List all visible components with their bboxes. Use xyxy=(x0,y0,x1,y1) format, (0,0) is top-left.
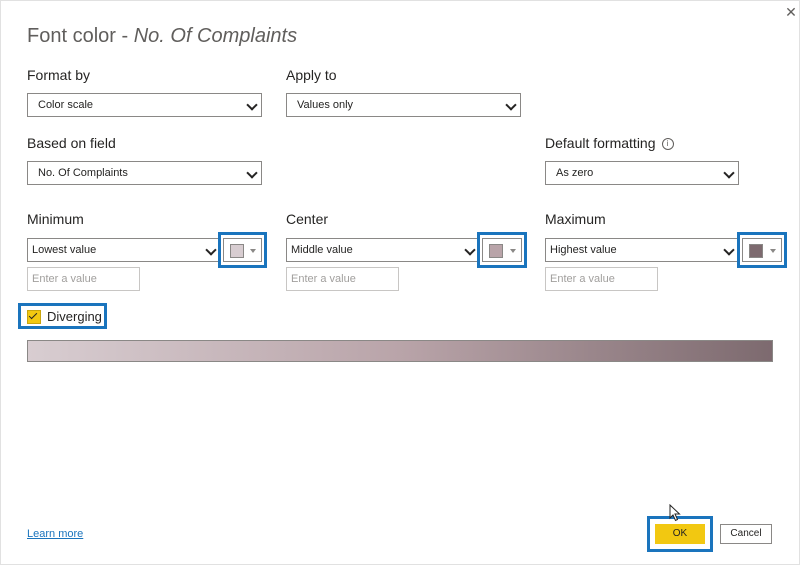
maximum-color-picker[interactable] xyxy=(742,238,782,262)
minimum-color-swatch xyxy=(230,244,244,258)
format-by-value: Color scale xyxy=(38,99,94,111)
center-value: Middle value xyxy=(291,244,353,256)
mouse-cursor-icon xyxy=(669,504,681,522)
chevron-down-icon xyxy=(246,167,258,179)
minimum-label: Minimum xyxy=(27,211,84,227)
center-value-input[interactable]: Enter a value xyxy=(286,267,399,291)
center-dropdown[interactable]: Middle value xyxy=(286,238,479,262)
chevron-down-icon xyxy=(723,244,735,256)
ok-button[interactable]: OK xyxy=(655,524,705,544)
format-by-dropdown[interactable]: Color scale xyxy=(27,93,262,117)
chevron-down-icon xyxy=(464,244,476,256)
info-icon[interactable]: i xyxy=(661,138,674,150)
caret-down-icon xyxy=(250,249,256,253)
maximum-value: Highest value xyxy=(550,244,617,256)
default-formatting-label-text: Default formatting xyxy=(545,135,656,151)
conditional-formatting-dialog: Font color - No. Of Complaints ✕ Format … xyxy=(0,0,800,565)
caret-down-icon xyxy=(770,249,776,253)
based-on-field-dropdown[interactable]: No. Of Complaints xyxy=(27,161,262,185)
center-color-picker[interactable] xyxy=(482,238,522,262)
center-label: Center xyxy=(286,211,329,227)
dialog-title-field: No. Of Complaints xyxy=(133,25,298,47)
apply-to-label: Apply to xyxy=(286,67,337,83)
apply-to-value: Values only xyxy=(297,99,354,111)
format-by-label: Format by xyxy=(27,67,91,83)
default-formatting-label: Default formatting i xyxy=(545,135,674,151)
chevron-down-icon xyxy=(246,99,258,111)
center-color-swatch xyxy=(489,244,503,258)
dialog-title: Font color - No. Of Complaints xyxy=(27,25,297,48)
based-on-field-label: Based on field xyxy=(27,135,116,151)
minimum-value-input[interactable]: Enter a value xyxy=(27,267,140,291)
chevron-down-icon xyxy=(505,99,517,111)
checkmark-icon xyxy=(28,310,38,320)
minimum-value: Lowest value xyxy=(32,244,97,256)
apply-to-dropdown[interactable]: Values only xyxy=(286,93,521,117)
diverging-checkbox[interactable] xyxy=(27,310,41,324)
minimum-color-picker[interactable] xyxy=(223,238,262,262)
default-formatting-value: As zero xyxy=(556,167,594,179)
based-on-field-value: No. Of Complaints xyxy=(38,167,128,179)
caret-down-icon xyxy=(510,249,516,253)
close-icon[interactable]: ✕ xyxy=(784,5,798,19)
minimum-dropdown[interactable]: Lowest value xyxy=(27,238,220,262)
maximum-value-input[interactable]: Enter a value xyxy=(545,267,658,291)
color-scale-preview xyxy=(27,340,773,362)
maximum-label: Maximum xyxy=(545,211,606,227)
chevron-down-icon xyxy=(723,167,735,179)
dialog-title-prefix: Font color - xyxy=(27,25,134,47)
learn-more-link[interactable]: Learn more xyxy=(27,528,83,540)
diverging-label[interactable]: Diverging xyxy=(47,309,102,324)
maximum-dropdown[interactable]: Highest value xyxy=(545,238,738,262)
chevron-down-icon xyxy=(205,244,217,256)
cancel-button[interactable]: Cancel xyxy=(720,524,772,544)
default-formatting-dropdown[interactable]: As zero xyxy=(545,161,739,185)
maximum-color-swatch xyxy=(749,244,763,258)
